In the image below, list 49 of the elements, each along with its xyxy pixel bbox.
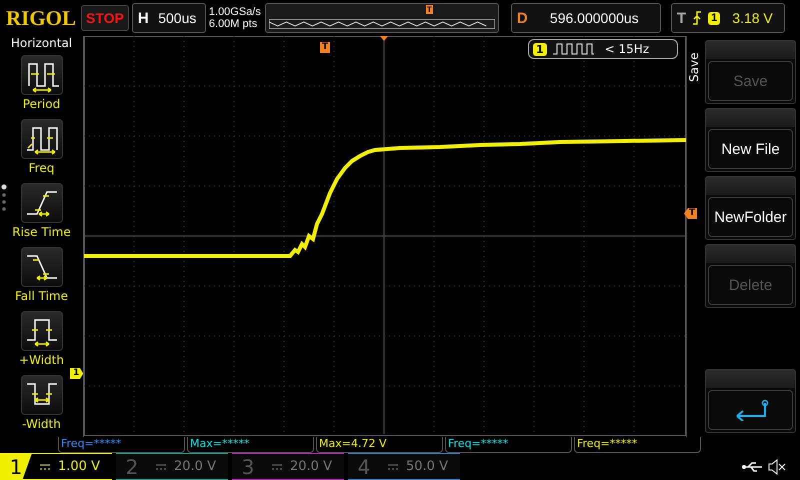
channel-tab[interactable]: 3 20.0 V bbox=[232, 453, 344, 480]
trigger-position-marker: T bbox=[426, 5, 433, 14]
measure-label: Rise Time bbox=[12, 225, 71, 239]
channel-tab[interactable]: 1 1.00 V bbox=[0, 453, 112, 480]
channel-marker: 1 bbox=[70, 368, 84, 379]
page-indicator-icon bbox=[1, 184, 7, 212]
usb-icon bbox=[742, 460, 764, 472]
measure-label: Period bbox=[22, 97, 60, 111]
trigger-level-marker: T bbox=[684, 208, 698, 219]
measure-label: +Width bbox=[19, 353, 64, 367]
dc-coupling-icon bbox=[388, 464, 398, 470]
memory-depth: 6.00M pts bbox=[208, 18, 258, 30]
measure-label: -Width bbox=[22, 417, 61, 431]
run-stop-status[interactable]: STOP bbox=[81, 5, 129, 31]
trigger-source-badge: 1 bbox=[708, 12, 720, 24]
back-button[interactable] bbox=[705, 369, 796, 433]
measure-button[interactable] bbox=[20, 183, 62, 223]
channel-tab[interactable]: 4 50.0 V bbox=[348, 453, 460, 480]
trigger-position-marker: T bbox=[320, 42, 330, 53]
brand-logo: RIGOL bbox=[5, 6, 78, 30]
dc-coupling-icon bbox=[272, 464, 282, 470]
counter-reading: < 15Hz bbox=[604, 42, 650, 56]
measure-button[interactable] bbox=[20, 247, 62, 287]
counter-channel-badge: 1 bbox=[533, 42, 547, 56]
sample-rate: 1.00GSa/s bbox=[208, 6, 262, 18]
dc-coupling-icon bbox=[40, 464, 50, 470]
menu-title: Save bbox=[687, 52, 702, 82]
measure-button[interactable] bbox=[20, 311, 62, 351]
measure-button[interactable] bbox=[20, 375, 62, 415]
trigger-level: 3.18 V bbox=[731, 10, 774, 26]
delay-label: D bbox=[516, 10, 528, 26]
muted-speaker-icon bbox=[768, 458, 786, 474]
measurement-reading: Freq=***** bbox=[445, 437, 572, 453]
trigger-label: T bbox=[676, 10, 686, 26]
measurement-reading: Freq=***** bbox=[574, 437, 701, 453]
timebase-label: H bbox=[138, 10, 149, 26]
delay-value: 596.000000us bbox=[548, 10, 640, 26]
trigger-point-icon bbox=[380, 36, 388, 41]
dc-coupling-icon bbox=[156, 464, 166, 470]
softkey-button[interactable]: New File bbox=[705, 108, 796, 172]
rising-edge-icon bbox=[692, 11, 702, 25]
measure-label: Freq bbox=[28, 161, 54, 175]
measure-button[interactable] bbox=[20, 55, 62, 95]
measure-button[interactable] bbox=[20, 119, 62, 159]
measure-label: Fall Time bbox=[14, 289, 68, 303]
channel-tab[interactable]: 2 20.0 V bbox=[116, 453, 228, 480]
timebase-value: 500us bbox=[157, 10, 198, 26]
menu-title: Horizontal bbox=[10, 36, 72, 52]
softkey-button[interactable]: NewFolder bbox=[705, 176, 796, 240]
